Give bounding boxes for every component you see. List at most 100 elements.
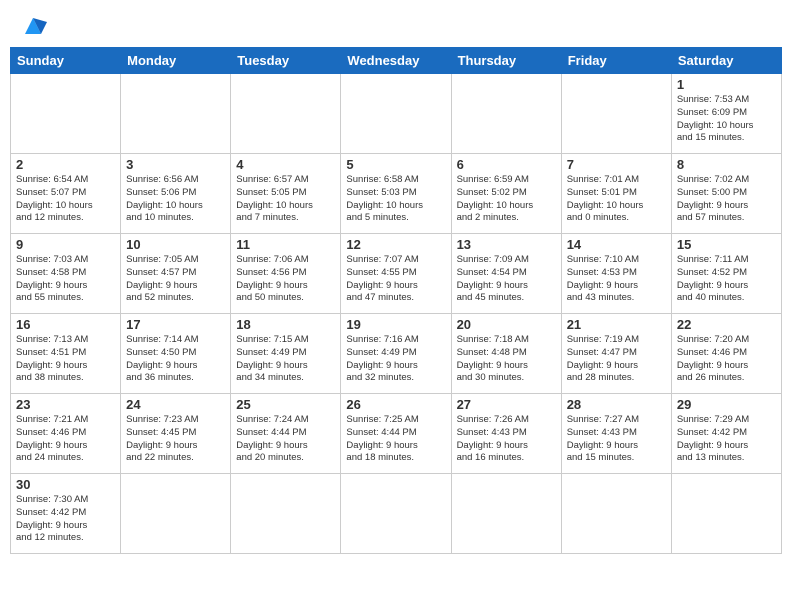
logo xyxy=(16,14,47,37)
calendar-cell: 15 Sunrise: 7:11 AM Sunset: 4:52 PM Dayli… xyxy=(671,234,781,314)
day-number: 24 xyxy=(126,397,225,412)
calendar-body: 1 Sunrise: 7:53 AM Sunset: 6:09 PM Daylig… xyxy=(11,74,782,554)
calendar-cell: 16 Sunrise: 7:13 AM Sunset: 4:51 PM Dayli… xyxy=(11,314,121,394)
day-number: 25 xyxy=(236,397,335,412)
calendar-cell: 8Sunrise: 7:02 AM Sunset: 5:00 PM Daylig… xyxy=(671,154,781,234)
weekday-row: SundayMondayTuesdayWednesdayThursdayFrid… xyxy=(11,48,782,74)
day-info: Sunrise: 6:56 AM Sunset: 5:06 PM Dayligh… xyxy=(126,174,225,225)
day-info: Sunrise: 7:27 AM Sunset: 4:43 PM Dayligh… xyxy=(567,414,666,465)
weekday-header-saturday: Saturday xyxy=(671,48,781,74)
day-info: Sunrise: 7:11 AM Sunset: 4:52 PM Dayligh… xyxy=(677,254,776,305)
day-number: 27 xyxy=(457,397,556,412)
day-number: 3 xyxy=(126,157,225,172)
day-info: Sunrise: 7:05 AM Sunset: 4:57 PM Dayligh… xyxy=(126,254,225,305)
day-info: Sunrise: 7:13 AM Sunset: 4:51 PM Dayligh… xyxy=(16,334,115,385)
calendar-cell xyxy=(451,474,561,554)
calendar-cell: 7 Sunrise: 7:01 AM Sunset: 5:01 PM Daylig… xyxy=(561,154,671,234)
day-info: Sunrise: 7:09 AM Sunset: 4:54 PM Dayligh… xyxy=(457,254,556,305)
day-info: Sunrise: 7:18 AM Sunset: 4:48 PM Dayligh… xyxy=(457,334,556,385)
day-number: 5 xyxy=(346,157,445,172)
calendar-cell xyxy=(451,74,561,154)
day-number: 1 xyxy=(677,77,776,92)
day-number: 23 xyxy=(16,397,115,412)
day-info: Sunrise: 6:57 AM Sunset: 5:05 PM Dayligh… xyxy=(236,174,335,225)
calendar-cell xyxy=(341,74,451,154)
calendar-cell xyxy=(231,74,341,154)
day-number: 8 xyxy=(677,157,776,172)
calendar-cell: 6 Sunrise: 6:59 AM Sunset: 5:02 PM Daylig… xyxy=(451,154,561,234)
calendar-table: SundayMondayTuesdayWednesdayThursdayFrid… xyxy=(10,47,782,554)
calendar-week-row: 9 Sunrise: 7:03 AM Sunset: 4:58 PM Daylig… xyxy=(11,234,782,314)
day-info: Sunrise: 7:53 AM Sunset: 6:09 PM Dayligh… xyxy=(677,94,776,145)
day-number: 11 xyxy=(236,237,335,252)
day-info: Sunrise: 7:21 AM Sunset: 4:46 PM Dayligh… xyxy=(16,414,115,465)
calendar-cell: 19 Sunrise: 7:16 AM Sunset: 4:49 PM Dayli… xyxy=(341,314,451,394)
day-number: 26 xyxy=(346,397,445,412)
page-header xyxy=(10,10,782,41)
calendar-cell xyxy=(121,474,231,554)
calendar-week-row: 2 Sunrise: 6:54 AM Sunset: 5:07 PM Daylig… xyxy=(11,154,782,234)
calendar-cell xyxy=(561,474,671,554)
day-info: Sunrise: 6:54 AM Sunset: 5:07 PM Dayligh… xyxy=(16,174,115,225)
day-info: Sunrise: 7:25 AM Sunset: 4:44 PM Dayligh… xyxy=(346,414,445,465)
day-info: Sunrise: 7:16 AM Sunset: 4:49 PM Dayligh… xyxy=(346,334,445,385)
calendar-header: SundayMondayTuesdayWednesdayThursdayFrid… xyxy=(11,48,782,74)
calendar-cell: 29Sunrise: 7:29 AM Sunset: 4:42 PM Dayli… xyxy=(671,394,781,474)
day-number: 14 xyxy=(567,237,666,252)
day-info: Sunrise: 7:06 AM Sunset: 4:56 PM Dayligh… xyxy=(236,254,335,305)
calendar-cell: 1 Sunrise: 7:53 AM Sunset: 6:09 PM Daylig… xyxy=(671,74,781,154)
calendar-cell: 30 Sunrise: 7:30 AM Sunset: 4:42 PM Dayli… xyxy=(11,474,121,554)
day-number: 21 xyxy=(567,317,666,332)
calendar-cell: 23 Sunrise: 7:21 AM Sunset: 4:46 PM Dayli… xyxy=(11,394,121,474)
calendar-cell: 4 Sunrise: 6:57 AM Sunset: 5:05 PM Daylig… xyxy=(231,154,341,234)
day-info: Sunrise: 7:10 AM Sunset: 4:53 PM Dayligh… xyxy=(567,254,666,305)
day-number: 4 xyxy=(236,157,335,172)
day-number: 10 xyxy=(126,237,225,252)
logo-icon xyxy=(19,14,47,36)
calendar-cell xyxy=(341,474,451,554)
calendar-cell: 14 Sunrise: 7:10 AM Sunset: 4:53 PM Dayli… xyxy=(561,234,671,314)
calendar-cell: 2 Sunrise: 6:54 AM Sunset: 5:07 PM Daylig… xyxy=(11,154,121,234)
day-info: Sunrise: 7:24 AM Sunset: 4:44 PM Dayligh… xyxy=(236,414,335,465)
day-number: 12 xyxy=(346,237,445,252)
calendar-cell: 9 Sunrise: 7:03 AM Sunset: 4:58 PM Daylig… xyxy=(11,234,121,314)
calendar-cell: 20 Sunrise: 7:18 AM Sunset: 4:48 PM Dayli… xyxy=(451,314,561,394)
calendar-cell xyxy=(231,474,341,554)
calendar-cell: 28Sunrise: 7:27 AM Sunset: 4:43 PM Dayli… xyxy=(561,394,671,474)
day-info: Sunrise: 7:01 AM Sunset: 5:01 PM Dayligh… xyxy=(567,174,666,225)
calendar-cell: 21 Sunrise: 7:19 AM Sunset: 4:47 PM Dayli… xyxy=(561,314,671,394)
weekday-header-sunday: Sunday xyxy=(11,48,121,74)
day-info: Sunrise: 7:20 AM Sunset: 4:46 PM Dayligh… xyxy=(677,334,776,385)
day-number: 20 xyxy=(457,317,556,332)
day-number: 13 xyxy=(457,237,556,252)
day-number: 18 xyxy=(236,317,335,332)
calendar-cell: 10 Sunrise: 7:05 AM Sunset: 4:57 PM Dayli… xyxy=(121,234,231,314)
day-number: 15 xyxy=(677,237,776,252)
calendar-cell: 27Sunrise: 7:26 AM Sunset: 4:43 PM Dayli… xyxy=(451,394,561,474)
calendar-cell: 26 Sunrise: 7:25 AM Sunset: 4:44 PM Dayli… xyxy=(341,394,451,474)
day-info: Sunrise: 7:30 AM Sunset: 4:42 PM Dayligh… xyxy=(16,494,115,545)
calendar-week-row: 1 Sunrise: 7:53 AM Sunset: 6:09 PM Daylig… xyxy=(11,74,782,154)
day-number: 2 xyxy=(16,157,115,172)
day-number: 16 xyxy=(16,317,115,332)
day-info: Sunrise: 7:19 AM Sunset: 4:47 PM Dayligh… xyxy=(567,334,666,385)
calendar-cell xyxy=(561,74,671,154)
day-number: 9 xyxy=(16,237,115,252)
weekday-header-thursday: Thursday xyxy=(451,48,561,74)
weekday-header-wednesday: Wednesday xyxy=(341,48,451,74)
day-info: Sunrise: 7:03 AM Sunset: 4:58 PM Dayligh… xyxy=(16,254,115,305)
day-number: 29 xyxy=(677,397,776,412)
day-info: Sunrise: 6:59 AM Sunset: 5:02 PM Dayligh… xyxy=(457,174,556,225)
day-number: 30 xyxy=(16,477,115,492)
day-number: 19 xyxy=(346,317,445,332)
calendar-cell: 13 Sunrise: 7:09 AM Sunset: 4:54 PM Dayli… xyxy=(451,234,561,314)
calendar-cell: 12 Sunrise: 7:07 AM Sunset: 4:55 PM Dayli… xyxy=(341,234,451,314)
calendar-cell: 22Sunrise: 7:20 AM Sunset: 4:46 PM Dayli… xyxy=(671,314,781,394)
calendar-week-row: 30 Sunrise: 7:30 AM Sunset: 4:42 PM Dayli… xyxy=(11,474,782,554)
calendar-week-row: 23 Sunrise: 7:21 AM Sunset: 4:46 PM Dayli… xyxy=(11,394,782,474)
day-number: 6 xyxy=(457,157,556,172)
day-info: Sunrise: 7:07 AM Sunset: 4:55 PM Dayligh… xyxy=(346,254,445,305)
calendar-cell xyxy=(11,74,121,154)
day-number: 7 xyxy=(567,157,666,172)
day-info: Sunrise: 7:14 AM Sunset: 4:50 PM Dayligh… xyxy=(126,334,225,385)
